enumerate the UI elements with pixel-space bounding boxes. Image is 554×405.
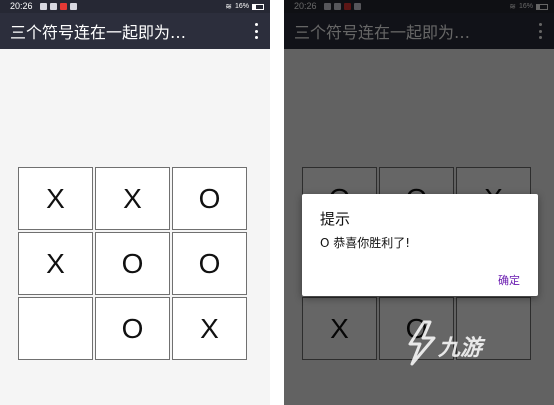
watermark: 九游: [402, 320, 522, 370]
notification-icon: [50, 3, 57, 10]
notification-icons: [40, 3, 77, 10]
phone-screen-left: 20:26 ≋ 16% 三个符号连在一起即为… XXOXOOOX: [0, 0, 270, 405]
watermark-logo-icon: [408, 320, 436, 366]
status-bar: 20:26 ≋ 16%: [0, 0, 270, 13]
battery-percent: 16%: [234, 3, 249, 10]
notification-icon: [60, 3, 67, 10]
app-bar: 三个符号连在一起即为…: [0, 13, 270, 49]
notification-icon: [70, 3, 77, 10]
board-cell-1-2[interactable]: O: [172, 232, 247, 295]
dialog-message: O 恭喜你胜利了!: [320, 236, 411, 250]
board-cell-0-1[interactable]: X: [95, 167, 170, 230]
board-cell-2-1[interactable]: O: [95, 297, 170, 360]
watermark-text: 九游: [438, 336, 483, 361]
board-cell-1-0[interactable]: X: [18, 232, 93, 295]
app-title: 三个符号连在一起即为…: [10, 23, 187, 42]
overflow-menu-icon[interactable]: [252, 23, 260, 39]
status-time: 20:26: [10, 1, 33, 11]
game-board: XXOXOOOX: [18, 167, 248, 360]
board-cell-0-2[interactable]: O: [172, 167, 247, 230]
dialog-ok-button[interactable]: 确定: [498, 272, 520, 288]
system-icons: ≋ 16%: [225, 0, 264, 13]
battery-icon: [252, 3, 264, 10]
board-cell-2-2[interactable]: X: [172, 297, 247, 360]
board-cell-1-1[interactable]: O: [95, 232, 170, 295]
board-cell-2-0[interactable]: [18, 297, 93, 360]
win-dialog: 提示 O 恭喜你胜利了! 确定: [302, 194, 538, 296]
board-cell-0-0[interactable]: X: [18, 167, 93, 230]
wifi-icon: ≋: [225, 2, 232, 11]
dialog-title: 提示: [320, 210, 351, 228]
notification-icon: [40, 3, 47, 10]
